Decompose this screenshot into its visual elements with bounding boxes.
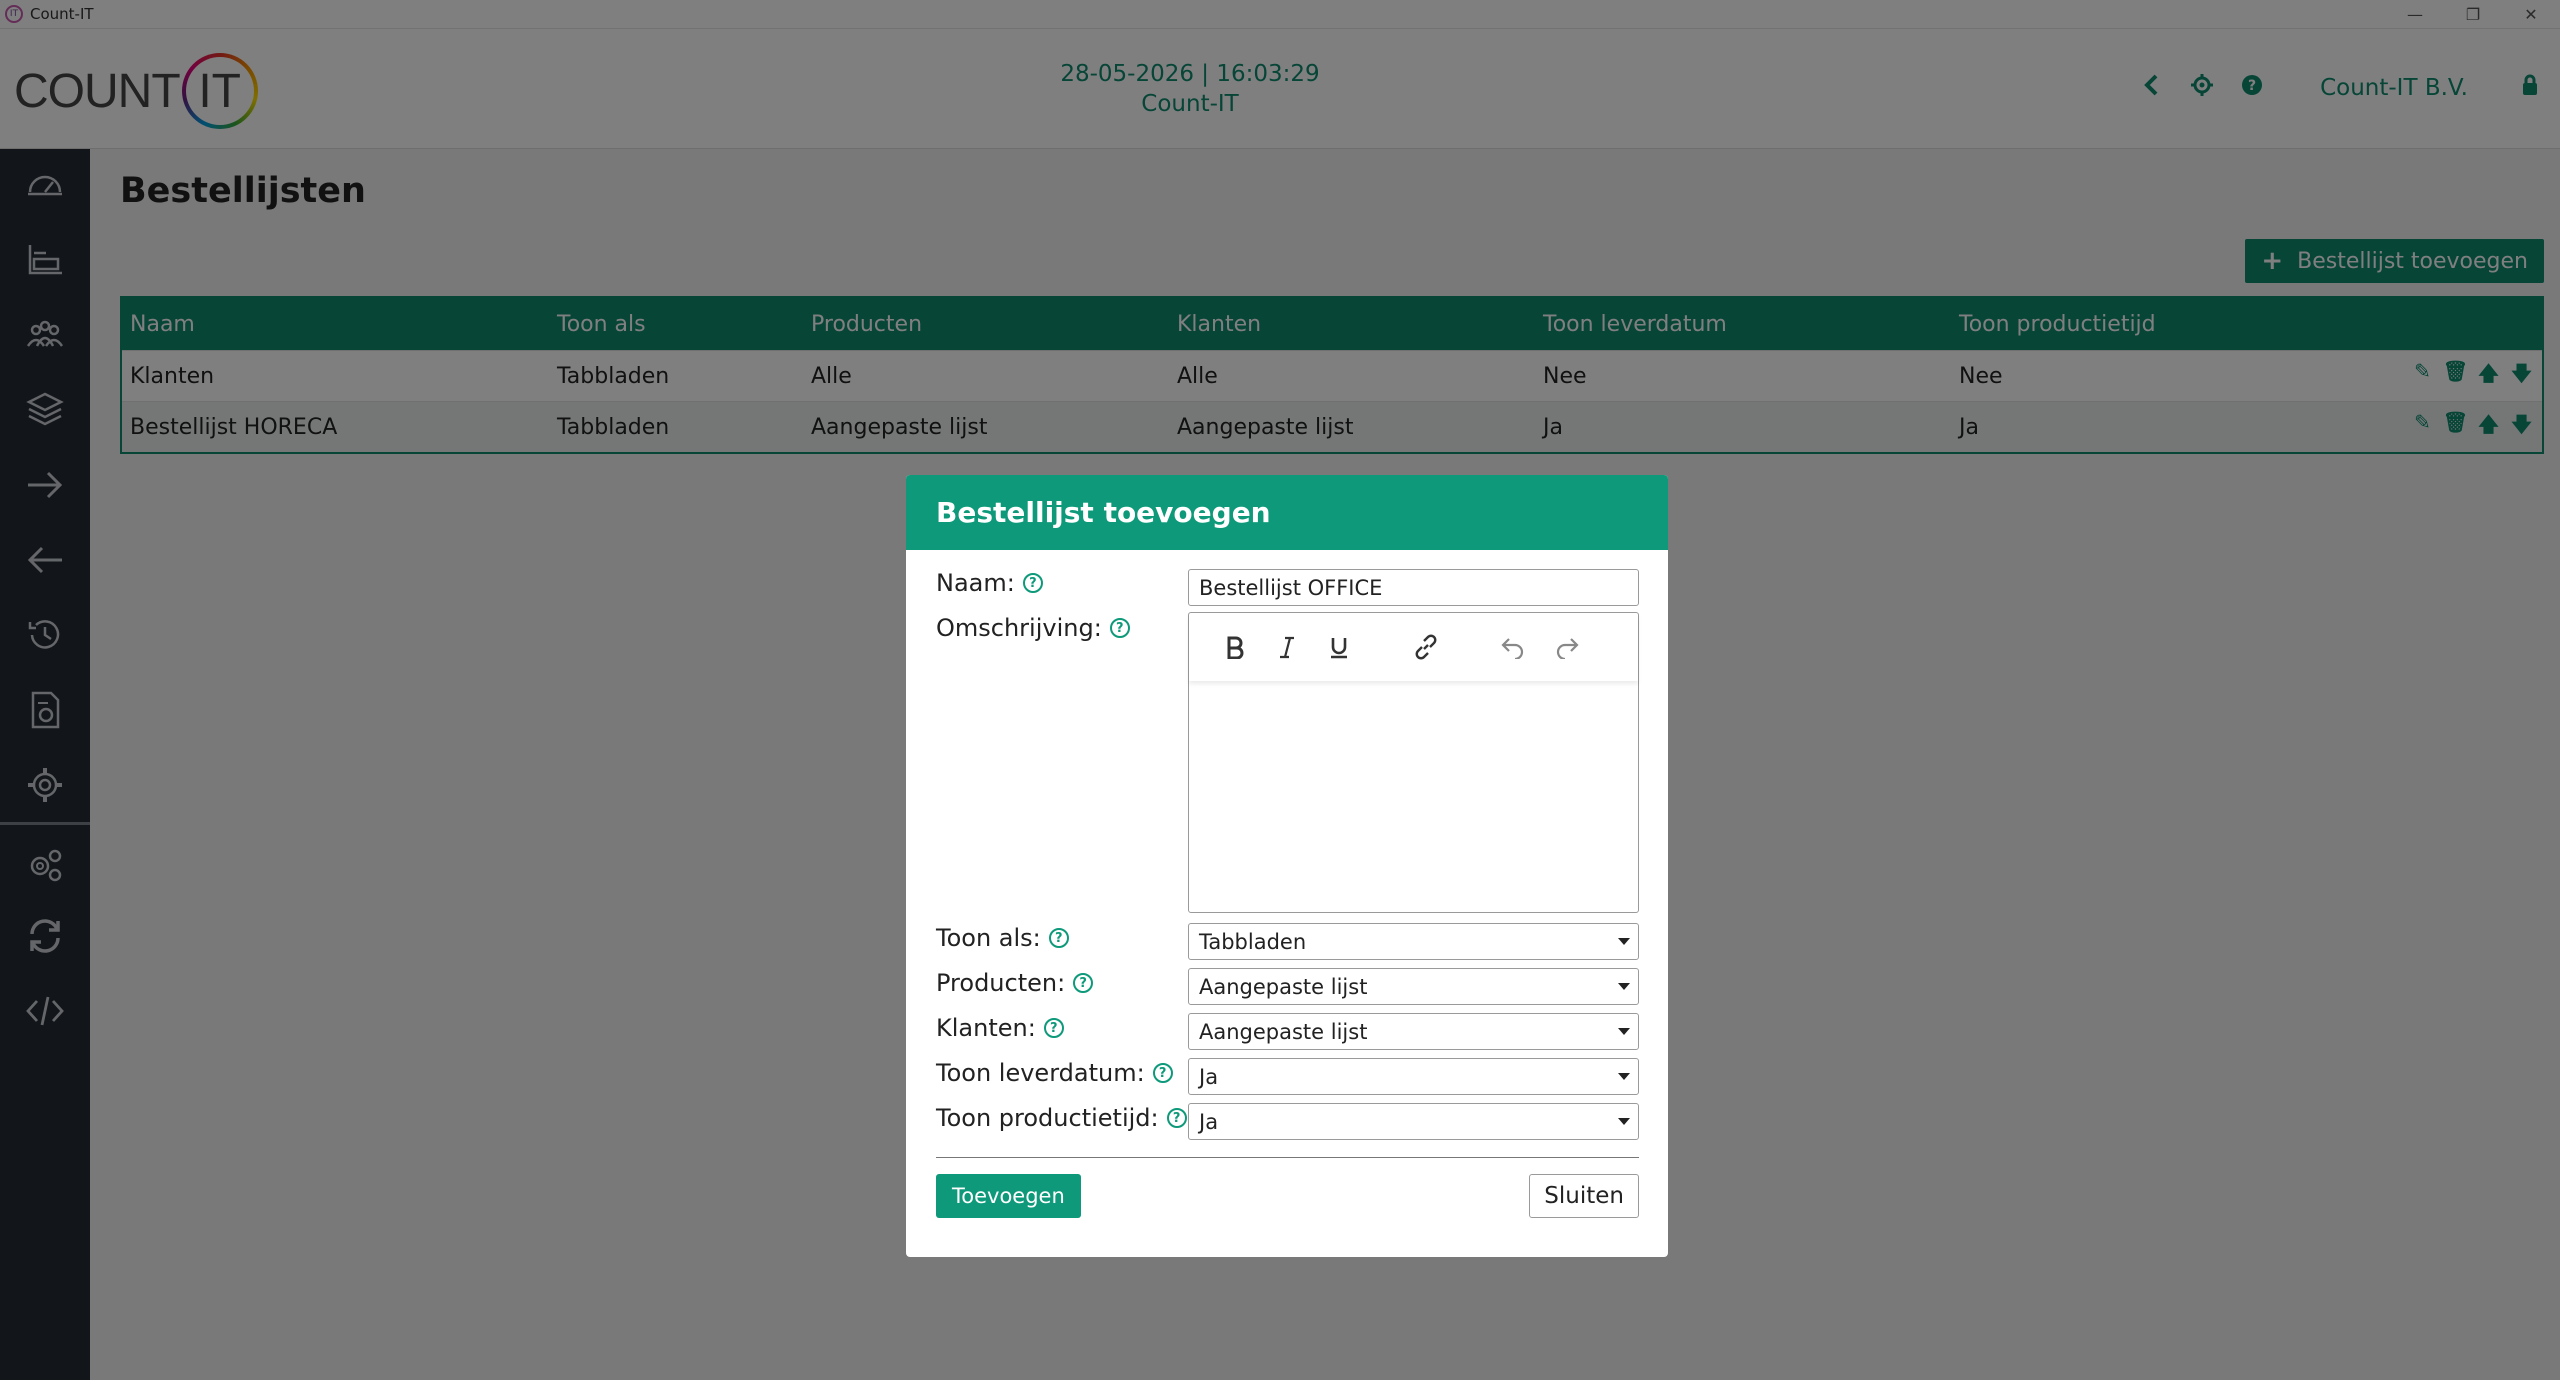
toon-als-label-text: Toon als: xyxy=(936,924,1041,952)
caret-down-icon xyxy=(1618,983,1630,990)
toon-productietijd-value: Ja xyxy=(1199,1109,1219,1134)
help-icon[interactable]: ? xyxy=(1152,1063,1173,1083)
toon-als-label: Toon als: ? xyxy=(936,924,1069,952)
toon-leverdatum-select[interactable]: Ja xyxy=(1188,1058,1639,1095)
naam-label: Naam: ? xyxy=(936,569,1043,597)
toevoegen-button[interactable]: Toevoegen xyxy=(936,1174,1081,1218)
toon-leverdatum-value: Ja xyxy=(1199,1064,1219,1089)
toon-productietijd-label-text: Toon productietijd: xyxy=(936,1104,1159,1132)
add-orderlist-dialog: Bestellijst toevoegen Naam: ? Bestellijs… xyxy=(906,475,1668,1257)
redo-icon[interactable] xyxy=(1551,631,1583,663)
toon-productietijd-select[interactable]: Ja xyxy=(1188,1103,1639,1140)
omschrijving-label-text: Omschrijving: xyxy=(936,614,1102,642)
toon-als-value: Tabbladen xyxy=(1199,929,1307,954)
klanten-value: Aangepaste lijst xyxy=(1199,1019,1368,1044)
undo-icon[interactable] xyxy=(1497,631,1529,663)
link-icon[interactable] xyxy=(1410,631,1442,663)
dialog-divider xyxy=(936,1157,1639,1158)
toon-productietijd-label: Toon productietijd: ? xyxy=(936,1104,1187,1132)
klanten-label-text: Klanten: xyxy=(936,1014,1036,1042)
producten-select[interactable]: Aangepaste lijst xyxy=(1188,968,1639,1005)
producten-value: Aangepaste lijst xyxy=(1199,974,1368,999)
caret-down-icon xyxy=(1618,1028,1630,1035)
omschrijving-editor[interactable] xyxy=(1188,612,1639,913)
help-icon[interactable]: ? xyxy=(1166,1108,1187,1128)
naam-label-text: Naam: xyxy=(936,569,1015,597)
producten-label-text: Producten: xyxy=(936,969,1066,997)
sluiten-button[interactable]: Sluiten xyxy=(1529,1174,1639,1218)
toon-als-select[interactable]: Tabbladen xyxy=(1188,923,1639,960)
help-icon[interactable]: ? xyxy=(1073,973,1094,993)
toon-leverdatum-label: Toon leverdatum: ? xyxy=(936,1059,1173,1087)
help-icon[interactable]: ? xyxy=(1043,1018,1064,1038)
klanten-label: Klanten: ? xyxy=(936,1014,1064,1042)
caret-down-icon xyxy=(1618,1118,1630,1125)
help-icon[interactable]: ? xyxy=(1022,573,1043,593)
underline-icon[interactable] xyxy=(1323,631,1355,663)
help-icon[interactable]: ? xyxy=(1048,928,1069,948)
dialog-title: Bestellijst toevoegen xyxy=(906,475,1668,550)
bold-icon[interactable] xyxy=(1219,631,1251,663)
caret-down-icon xyxy=(1618,1073,1630,1080)
help-icon[interactable]: ? xyxy=(1109,618,1130,638)
omschrijving-label: Omschrijving: ? xyxy=(936,614,1130,642)
producten-label: Producten: ? xyxy=(936,969,1094,997)
klanten-select[interactable]: Aangepaste lijst xyxy=(1188,1013,1639,1050)
editor-toolbar xyxy=(1189,613,1638,681)
toon-leverdatum-label-text: Toon leverdatum: xyxy=(936,1059,1145,1087)
caret-down-icon xyxy=(1618,938,1630,945)
italic-icon[interactable] xyxy=(1271,631,1303,663)
naam-input[interactable]: Bestellijst OFFICE xyxy=(1188,569,1639,606)
